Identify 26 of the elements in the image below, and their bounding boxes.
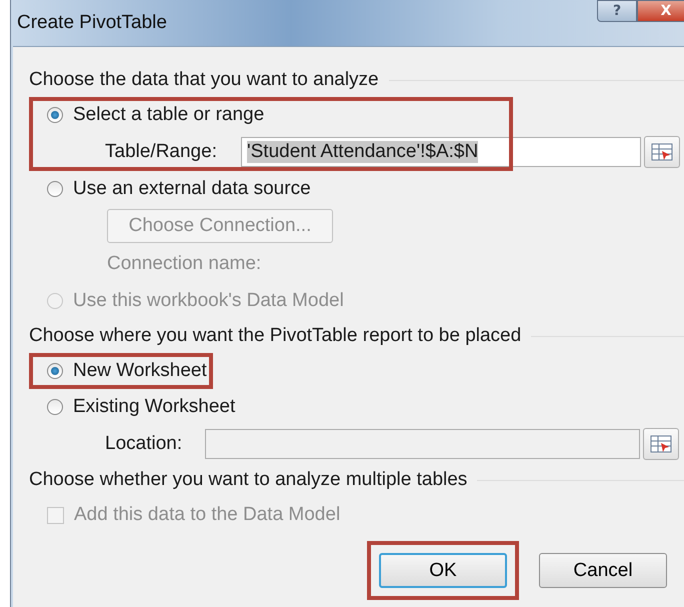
radio-button[interactable]: [47, 107, 63, 123]
connection-name-label: Connection name:: [107, 253, 262, 275]
field-label: Table/Range:: [105, 141, 218, 163]
radio-button[interactable]: [47, 181, 63, 197]
radio-label: Use an external data source: [73, 178, 311, 200]
radio-label: Select a table or range: [73, 104, 264, 126]
window-title: Create PivotTable: [17, 12, 167, 34]
field-label: Location:: [105, 433, 184, 455]
radio-label: Existing Worksheet: [73, 396, 236, 418]
section-heading: Choose whether you want to analyze multiple tables: [29, 469, 468, 491]
range-field[interactable]: 'Student Attendance'!$A:$N: [241, 137, 641, 167]
dialog-button[interactable]: OK: [379, 553, 507, 588]
range-picker-button[interactable]: [643, 428, 679, 460]
radio-label: New Worksheet: [73, 360, 207, 382]
dialog-button[interactable]: Cancel: [539, 553, 667, 588]
range-select-icon: [651, 142, 673, 162]
section-heading: Choose where you want the PivotTable report to be placed: [29, 325, 522, 347]
range-select-icon: [650, 434, 672, 454]
section-heading: Choose the data that you want to analyze: [29, 69, 379, 91]
help-button[interactable]: ?: [597, 0, 637, 22]
radio-button[interactable]: [47, 399, 63, 415]
field-value: 'Student Attendance'!$A:$N: [247, 141, 478, 163]
range-picker-button[interactable]: [644, 136, 680, 168]
radio-button[interactable]: [47, 363, 63, 379]
checkbox-label: Add this data to the Data Model: [74, 504, 340, 526]
radio-label: Use this workbook's Data Model: [73, 290, 344, 312]
